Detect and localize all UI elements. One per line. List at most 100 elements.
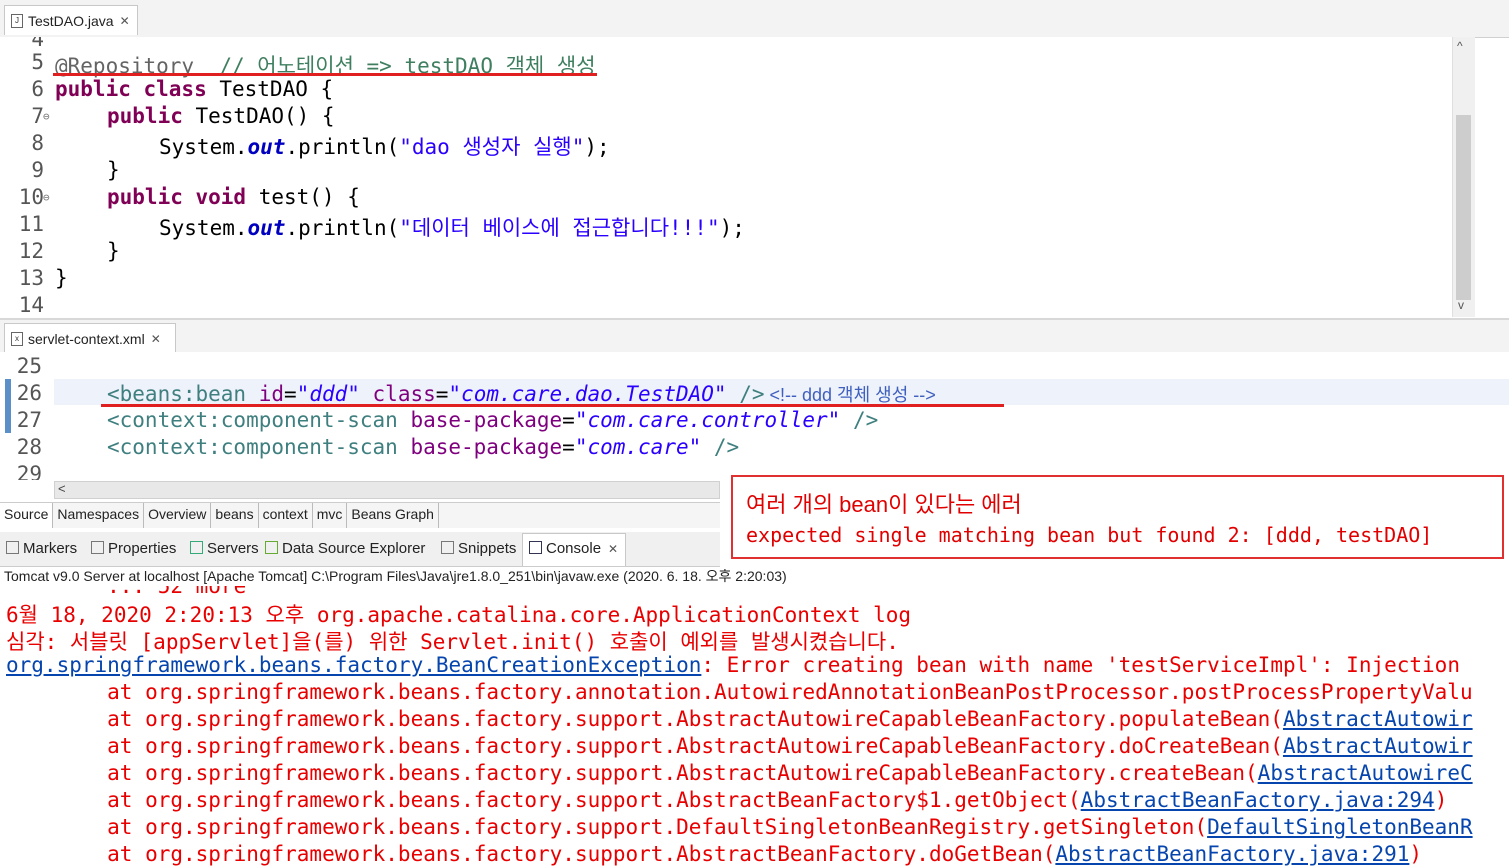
tab-context[interactable]: context xyxy=(259,503,313,528)
java-code-editor[interactable]: 4 5 6 7 ⊖ 8 9 10 ⊖ 11 12 13 14 @Reposito… xyxy=(0,37,1452,317)
equals-token: = xyxy=(562,408,575,432)
console-output[interactable]: ... 52 more 6월 18, 2020 2:20:13 오후 org.a… xyxy=(0,586,1509,867)
attr-value-token: "com.care.controller" xyxy=(574,408,841,432)
scrollbar-thumb[interactable] xyxy=(1456,115,1471,300)
source-link[interactable]: AbstractAutowireC xyxy=(1258,761,1473,785)
tab-label: TestDAO.java xyxy=(28,12,114,29)
line-number: 9 xyxy=(31,158,44,182)
editor-tabbar-xml: x servlet-context.xml ✕ xyxy=(0,318,1509,354)
code-line-13: } xyxy=(55,266,68,290)
scroll-down-icon[interactable]: v xyxy=(1458,298,1464,312)
tab-markers[interactable]: Markers xyxy=(6,540,77,557)
close-icon[interactable]: ✕ xyxy=(151,332,161,346)
tab-beans-graph[interactable]: Beans Graph xyxy=(347,503,439,528)
markers-icon xyxy=(6,541,19,554)
properties-icon xyxy=(91,541,104,554)
tab-label: servlet-context.xml xyxy=(28,330,145,347)
exception-link[interactable]: org.springframework.beans.factory.BeanCr… xyxy=(6,653,701,677)
tab-namespaces[interactable]: Namespaces xyxy=(53,503,145,528)
tab-console[interactable]: Console ✕ xyxy=(529,540,618,557)
fold-icon[interactable]: ⊖ xyxy=(43,110,50,123)
keyword-token: public class xyxy=(55,77,207,101)
fold-icon[interactable]: ⊖ xyxy=(43,191,50,204)
attr-token: class xyxy=(359,382,436,406)
tag-token: <beans:bean xyxy=(107,382,259,406)
tab-data-source-explorer[interactable]: Data Source Explorer xyxy=(265,540,425,557)
xml-file-icon: x xyxy=(11,331,23,346)
console-text: ) xyxy=(1434,788,1448,812)
tab-mvc[interactable]: mvc xyxy=(313,503,348,528)
stack-line: at org.springframework.beans.factory.sup… xyxy=(6,734,1473,758)
callout-detail: expected single matching bean but found … xyxy=(746,523,1433,547)
code-line-12: } xyxy=(107,239,120,263)
tab-properties[interactable]: Properties xyxy=(91,540,176,557)
attr-token: base-package xyxy=(410,435,563,459)
xml-editor-page-tabs: Source Namespaces Overview beans context… xyxy=(0,502,720,528)
console-icon xyxy=(529,541,542,554)
scroll-up-icon[interactable]: ^ xyxy=(1457,39,1463,53)
stack-line: at org.springframework.beans.factory.sup… xyxy=(6,815,1473,839)
keyword-token: public void xyxy=(107,185,247,209)
code-line-6: public class TestDAO { xyxy=(55,77,333,101)
tab-servers[interactable]: Servers xyxy=(190,540,259,557)
code-line-11: System.out.println("데이터 베이스에 접근합니다!!!"); xyxy=(159,212,745,242)
xml-line-28: <context:component-scan base-package="co… xyxy=(107,435,739,459)
tab-beans[interactable]: beans xyxy=(211,503,259,528)
equals-token: = xyxy=(435,382,449,406)
tab-label: Data Source Explorer xyxy=(282,540,426,557)
editor-tabbar-java: J TestDAO.java ✕ xyxy=(0,0,1509,38)
code-token: ); xyxy=(584,135,610,159)
snippets-icon xyxy=(441,541,454,554)
source-link[interactable]: AbstractAutowir xyxy=(1283,707,1473,731)
java-file-icon: J xyxy=(11,13,23,28)
xml-line-27: <context:component-scan base-package="co… xyxy=(107,408,878,432)
line-number: 11 xyxy=(18,212,44,236)
stack-line: at org.springframework.beans.factory.sup… xyxy=(6,761,1473,785)
stack-line: at org.springframework.beans.factory.sup… xyxy=(6,707,1473,731)
code-token: System. xyxy=(159,135,248,159)
line-number: 6 xyxy=(31,77,44,101)
close-icon[interactable]: ✕ xyxy=(608,542,618,556)
tab-overview[interactable]: Overview xyxy=(144,503,212,528)
field-token: out xyxy=(247,135,286,159)
code-token: test() { xyxy=(246,185,360,209)
string-token: "dao 생성자 실행" xyxy=(399,135,585,159)
tab-label: Properties xyxy=(108,540,177,557)
line-number: 29 xyxy=(16,462,42,480)
scroll-left-icon[interactable]: < xyxy=(58,481,66,496)
source-link[interactable]: AbstractAutowir xyxy=(1283,734,1473,758)
data-source-icon xyxy=(265,541,278,554)
source-link[interactable]: AbstractBeanFactory.java:291 xyxy=(1055,842,1409,866)
tab-snippets[interactable]: Snippets xyxy=(441,540,516,557)
code-token: .println( xyxy=(285,216,400,240)
console-line: 심각: 서블릿 [appServlet]을(를) 위한 Servlet.init… xyxy=(6,630,899,654)
attr-value-token: "com.care" xyxy=(574,435,702,459)
code-token: ); xyxy=(719,216,745,240)
stack-line: at org.springframework.beans.factory.sup… xyxy=(6,788,1447,812)
console-text: ) xyxy=(1409,842,1423,866)
vertical-scrollbar[interactable]: ^ v xyxy=(1452,37,1475,317)
horizontal-scrollbar[interactable]: < xyxy=(54,481,720,499)
code-line-9: } xyxy=(107,158,120,182)
console-text: at org.springframework.beans.factory.sup… xyxy=(6,842,1056,866)
source-link[interactable]: DefaultSingletonBeanR xyxy=(1207,815,1473,839)
tag-token: /> xyxy=(840,408,879,432)
xml-comment-token: <!-- ddd 객체 생성 --> xyxy=(764,385,936,405)
source-link[interactable]: AbstractBeanFactory.java:294 xyxy=(1081,788,1435,812)
tab-source[interactable]: Source xyxy=(0,503,54,528)
line-number: 8 xyxy=(31,131,44,155)
console-line: ... 52 more xyxy=(6,586,247,598)
stack-line: at org.springframework.beans.factory.ann… xyxy=(6,680,1473,704)
console-text: at org.springframework.beans.factory.sup… xyxy=(6,761,1258,785)
console-text: : Error creating bean with name 'testSer… xyxy=(701,653,1460,677)
tab-testdao-java[interactable]: J TestDAO.java ✕ xyxy=(4,5,138,35)
line-number: 13 xyxy=(18,266,44,290)
line-number: 10 xyxy=(18,185,44,209)
line-number: 12 xyxy=(18,239,44,263)
close-icon[interactable]: ✕ xyxy=(120,14,130,28)
line-number: 25 xyxy=(16,354,42,378)
highlight-underline xyxy=(101,404,1004,407)
console-line: org.springframework.beans.factory.BeanCr… xyxy=(6,653,1460,677)
tab-servlet-context-xml[interactable]: x servlet-context.xml ✕ xyxy=(4,323,176,353)
xml-code-editor[interactable]: 25 26 27 28 29 <beans:bean id="ddd" clas… xyxy=(0,352,1509,480)
